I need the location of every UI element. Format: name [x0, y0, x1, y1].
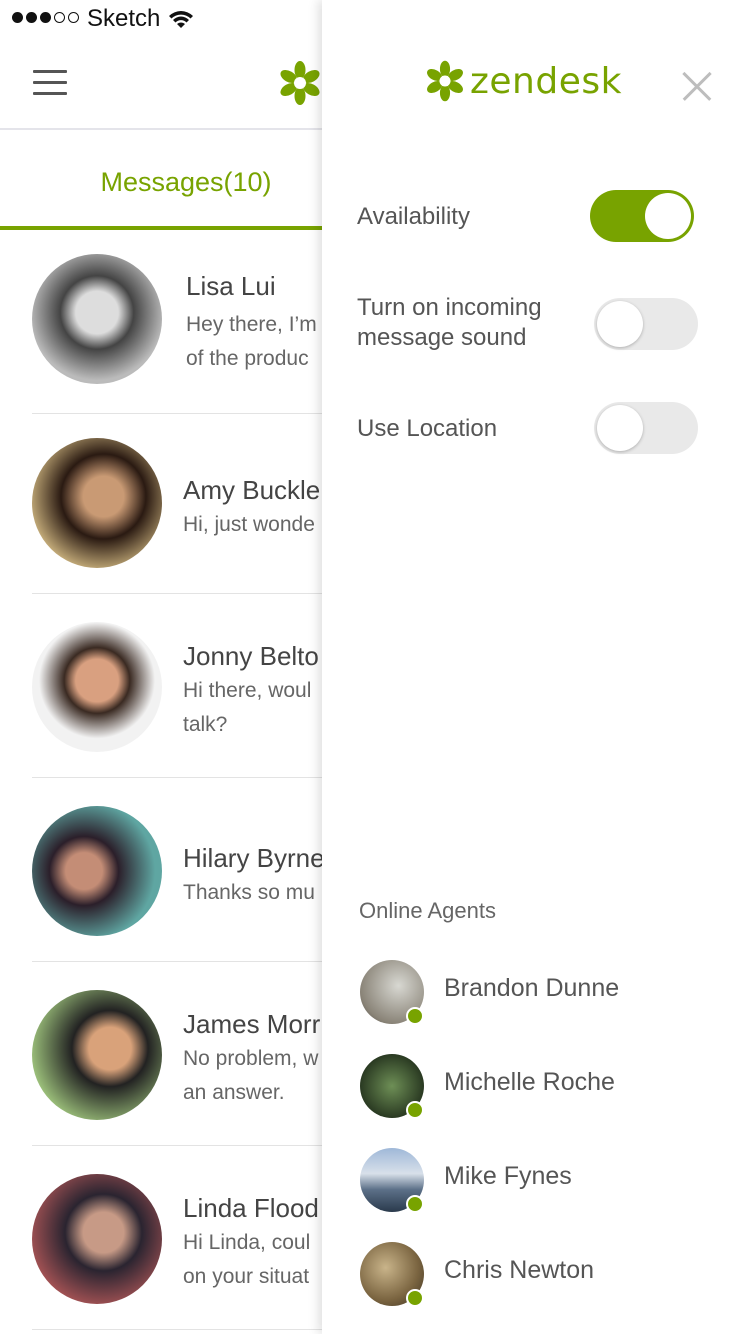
zendesk-logo-icon — [280, 61, 320, 105]
sound-label-line1: Turn on incoming — [357, 294, 542, 321]
agent-name: Chris Newton — [444, 1256, 595, 1284]
wifi-icon — [169, 11, 193, 28]
sound-label: Turn on incoming message sound — [357, 293, 542, 353]
message-preview: Thanks so mu — [183, 881, 315, 904]
agent-item[interactable]: Chris Newton — [360, 1242, 740, 1308]
availability-label: Availability — [357, 203, 470, 230]
agent-name: Michelle Roche — [444, 1068, 615, 1096]
zendesk-logo: zendesk — [422, 58, 622, 104]
online-indicator — [406, 1007, 424, 1025]
avatar — [32, 254, 162, 384]
avatar — [32, 806, 162, 936]
settings-drawer: zendesk Availability Turn on incoming me… — [322, 0, 750, 1334]
sound-toggle[interactable] — [594, 298, 698, 350]
sound-label-line2: message sound — [357, 324, 527, 351]
message-preview: Hi, just wonde — [183, 513, 315, 536]
avatar — [32, 990, 162, 1120]
contact-name: Lisa Lui — [186, 271, 276, 301]
avatar — [32, 622, 162, 752]
message-preview-line2: on your situat — [183, 1265, 310, 1288]
message-preview-line2: an answer. — [183, 1081, 285, 1104]
message-preview-line2: talk? — [183, 713, 228, 736]
online-indicator — [406, 1289, 424, 1307]
location-toggle[interactable] — [594, 402, 698, 454]
message-preview: No problem, w — [183, 1047, 319, 1070]
availability-toggle[interactable] — [590, 190, 694, 242]
agent-name: Mike Fynes — [444, 1162, 572, 1190]
menu-icon[interactable] — [33, 70, 67, 98]
online-indicator — [406, 1101, 424, 1119]
signal-strength-icon — [12, 12, 79, 23]
contact-name: Hilary Byrne — [183, 843, 325, 873]
message-preview: Hi Linda, coul — [183, 1231, 311, 1254]
avatar — [32, 438, 162, 568]
agent-name: Brandon Dunne — [444, 974, 620, 1002]
message-preview: Hey there, I’m — [186, 313, 317, 336]
message-preview: Hi there, woul — [183, 679, 312, 702]
contact-name: Jonny Belto — [183, 641, 319, 671]
online-indicator — [406, 1195, 424, 1213]
carrier-name: Sketch — [87, 5, 161, 32]
contact-name: Linda Flood — [183, 1193, 319, 1223]
toggle-knob — [597, 405, 643, 451]
contact-name: Amy Buckle — [183, 475, 321, 505]
contact-name: James Morr — [183, 1009, 321, 1039]
message-preview-line2: of the produc — [186, 347, 309, 370]
toggle-knob — [645, 193, 691, 239]
location-label: Use Location — [357, 415, 498, 442]
online-agents-title: Online Agents — [359, 898, 496, 923]
agent-item[interactable]: Michelle Roche — [360, 1054, 740, 1120]
agent-item[interactable]: Mike Fynes — [360, 1148, 740, 1214]
toggle-knob — [597, 301, 643, 347]
agent-item[interactable]: Brandon Dunne — [360, 960, 740, 1026]
zendesk-logo-icon — [427, 60, 463, 102]
logo-text: zendesk — [470, 60, 622, 102]
close-icon[interactable] — [682, 72, 712, 102]
status-bar: Sketch — [0, 0, 330, 40]
avatar — [32, 1174, 162, 1304]
tab-messages[interactable]: Messages(10) — [0, 145, 372, 220]
